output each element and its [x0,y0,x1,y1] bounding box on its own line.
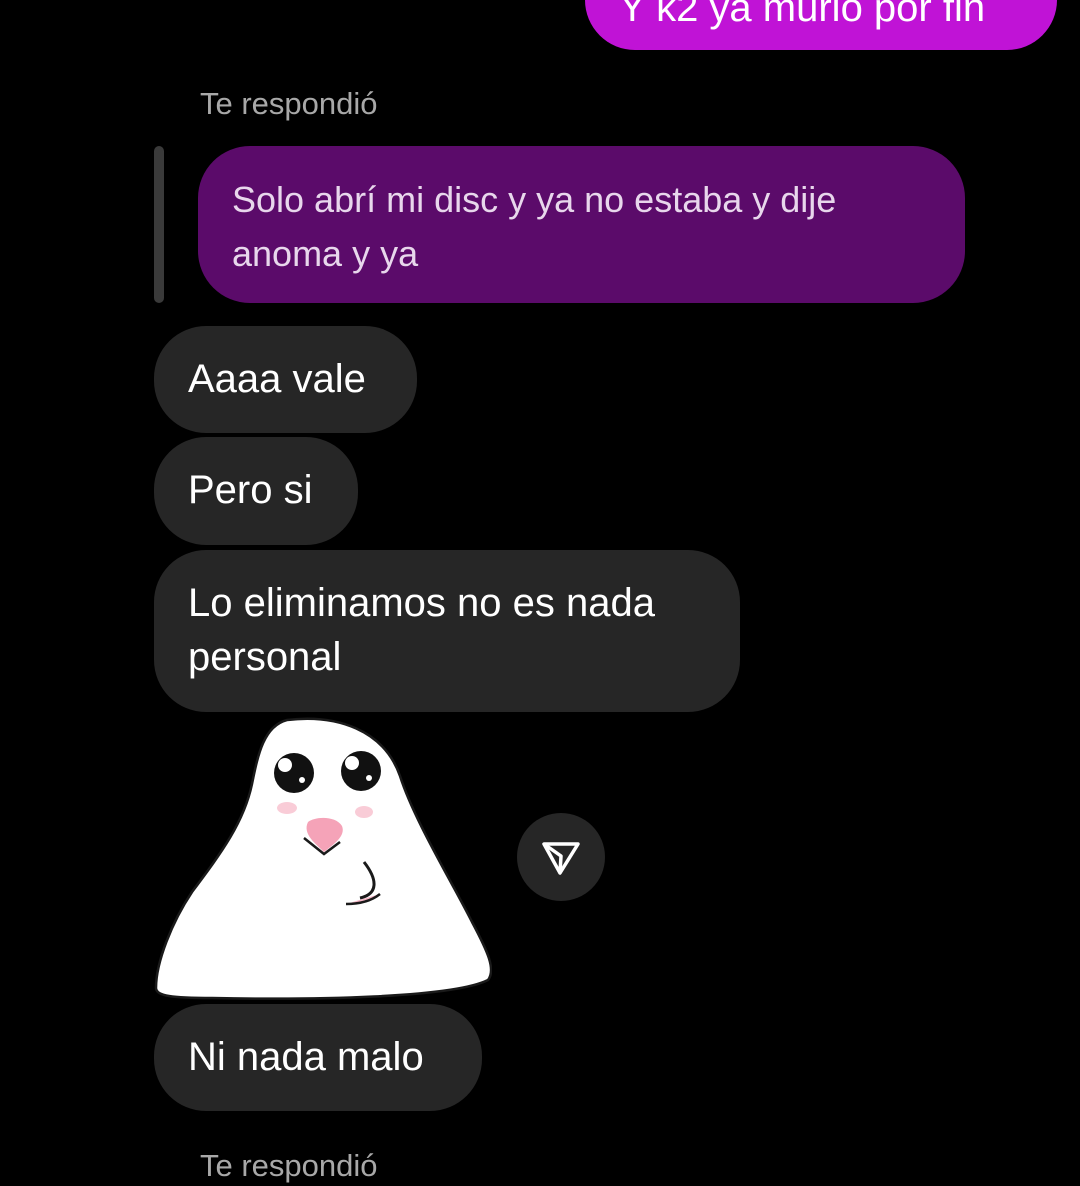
received-message-bubble[interactable]: Aaaa vale [154,326,417,433]
share-button[interactable] [517,813,605,901]
received-message-bubble[interactable]: Lo eliminamos no es nada personal [154,550,740,712]
sent-message-bubble[interactable]: Y k2 ya murió por fin [585,0,1057,50]
reply-indicator-bar [154,146,164,303]
reply-label: Te respondió [200,1148,378,1183]
blob-sticker-icon [154,717,493,1000]
send-icon [542,842,580,875]
sticker-image[interactable] [152,712,493,1002]
quoted-message-bubble[interactable]: Solo abrí mi disc y ya no estaba y dije … [198,146,965,303]
reply-label: Te respondió [200,86,378,121]
received-message-bubble[interactable]: Ni nada malo [154,1004,482,1111]
sent-message-text: Y k2 ya murió por fin [619,0,986,30]
received-message-bubble[interactable]: Pero si [154,437,358,545]
